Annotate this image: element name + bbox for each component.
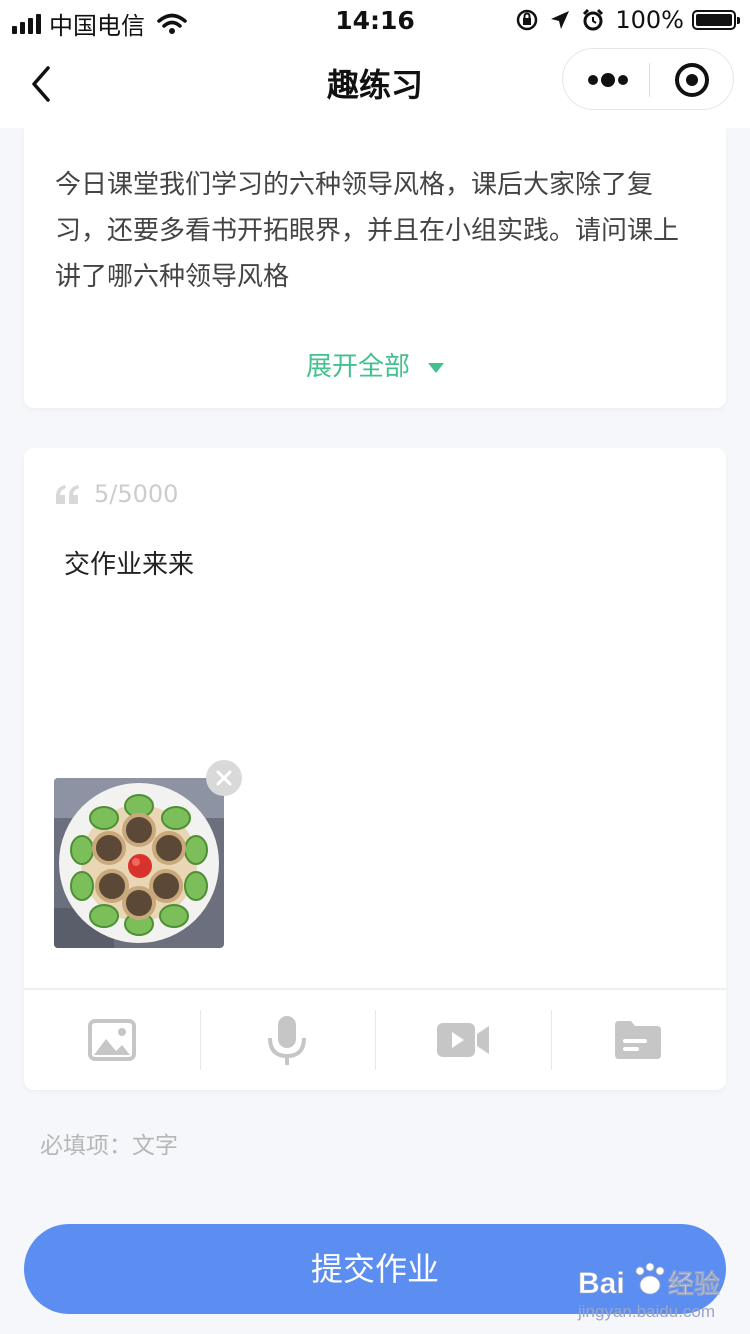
file-icon [615, 1021, 662, 1059]
expand-label: 展开全部 [305, 352, 410, 382]
close-icon [216, 770, 232, 786]
quote-icon [56, 485, 79, 504]
required-field-note: 必填项：文字 [40, 1133, 178, 1159]
orientation-lock-icon [517, 9, 538, 31]
video-icon [436, 1023, 489, 1057]
add-file-button[interactable] [550, 990, 727, 1090]
add-video-button[interactable] [375, 990, 551, 1090]
microphone-icon [268, 1016, 307, 1065]
question-text: 今日课堂我们学习的六种领导风格，课后大家除了复习，还要多看书开拓眼界，并且在小组… [55, 170, 680, 292]
answer-card: 5/5000 交作业来来 [24, 448, 726, 1090]
add-voice-button[interactable] [199, 990, 376, 1090]
svg-text:Bai: Bai [578, 1267, 625, 1300]
location-icon [551, 11, 570, 29]
svg-text:经验: 经验 [668, 1269, 720, 1300]
caret-down-icon [428, 362, 444, 373]
add-image-button[interactable] [24, 990, 200, 1090]
remove-image-button[interactable] [206, 760, 242, 796]
baidu-jingyan-watermark: Bai 经验 jingyan.baidu.com [577, 1262, 720, 1321]
battery-percentage: 100% [615, 6, 684, 34]
food-photo-thumbnail [54, 778, 224, 948]
image-icon [87, 1019, 136, 1061]
char-counter: 5/5000 [54, 480, 178, 508]
attached-image-thumbnail[interactable] [54, 778, 224, 948]
question-card: 今日课堂我们学习的六种领导风格，课后大家除了复习，还要多看书开拓眼界，并且在小组… [24, 128, 726, 408]
attachment-toolbar [24, 990, 726, 1090]
svg-text:jingyan.baidu.com: jingyan.baidu.com [577, 1302, 715, 1321]
nav-bar: 趣练习 [0, 40, 750, 128]
battery-icon [692, 10, 740, 30]
char-count: 5/5000 [94, 480, 179, 508]
status-bar: 中国电信 14:16 100% [0, 0, 750, 40]
expand-all-button[interactable]: 展开全部 [24, 346, 726, 383]
target-icon[interactable] [650, 49, 735, 111]
more-icon[interactable] [563, 49, 649, 111]
alarm-icon [583, 8, 604, 31]
mini-program-capsule [562, 48, 734, 110]
answer-textarea[interactable]: 交作业来来 [64, 544, 194, 581]
